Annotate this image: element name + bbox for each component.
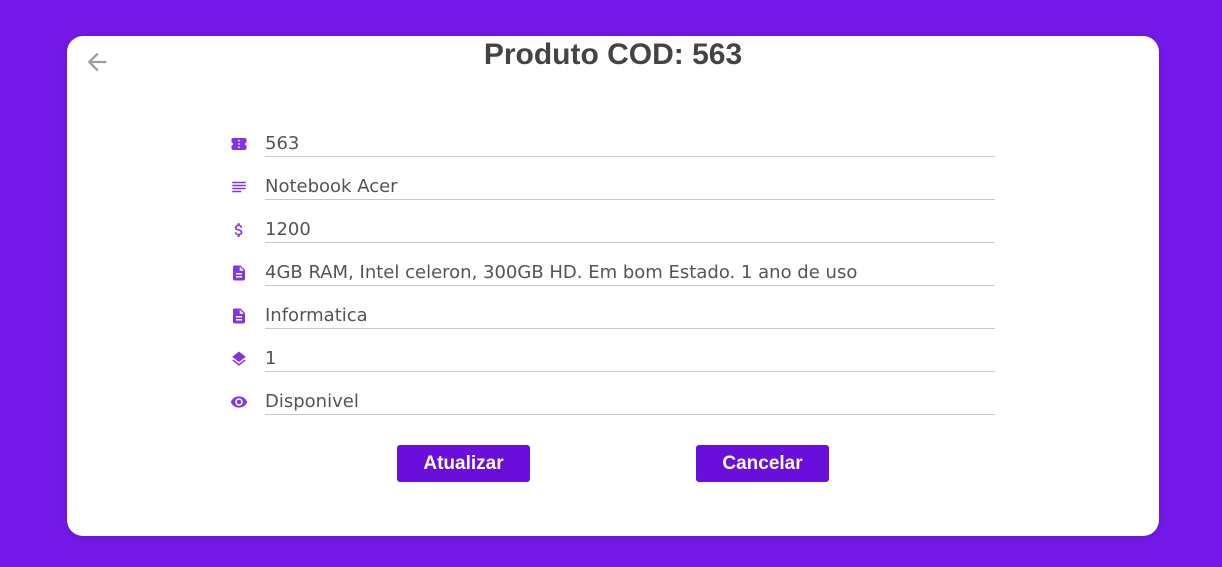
eye-icon (230, 393, 248, 411)
category-row (230, 298, 1000, 341)
product-card: Produto COD: 563 563 Notebook Acer 1200 … (67, 36, 1159, 536)
update-button[interactable]: Atualizar (397, 445, 530, 482)
description-row (230, 255, 1000, 298)
quantity-field[interactable] (265, 347, 995, 372)
layers-icon (230, 350, 248, 368)
category-field[interactable] (265, 304, 995, 329)
cancel-button[interactable]: Cancelar (696, 445, 829, 482)
status-row (230, 384, 1000, 427)
code-row (230, 126, 1000, 169)
code-field[interactable] (265, 132, 995, 157)
price-row (230, 212, 1000, 255)
product-form (230, 126, 1000, 427)
price-field[interactable] (265, 218, 995, 243)
description-field[interactable] (265, 261, 995, 286)
name-row (230, 169, 1000, 212)
lines-icon (230, 178, 248, 196)
dollar-icon (230, 221, 248, 239)
page-title: Produto COD: 563 (483, 38, 743, 71)
ticket-icon (230, 135, 248, 153)
name-field[interactable] (265, 175, 995, 200)
status-field[interactable] (265, 390, 995, 415)
document-icon (230, 307, 248, 325)
quantity-row (230, 341, 1000, 384)
document-icon (230, 264, 248, 282)
